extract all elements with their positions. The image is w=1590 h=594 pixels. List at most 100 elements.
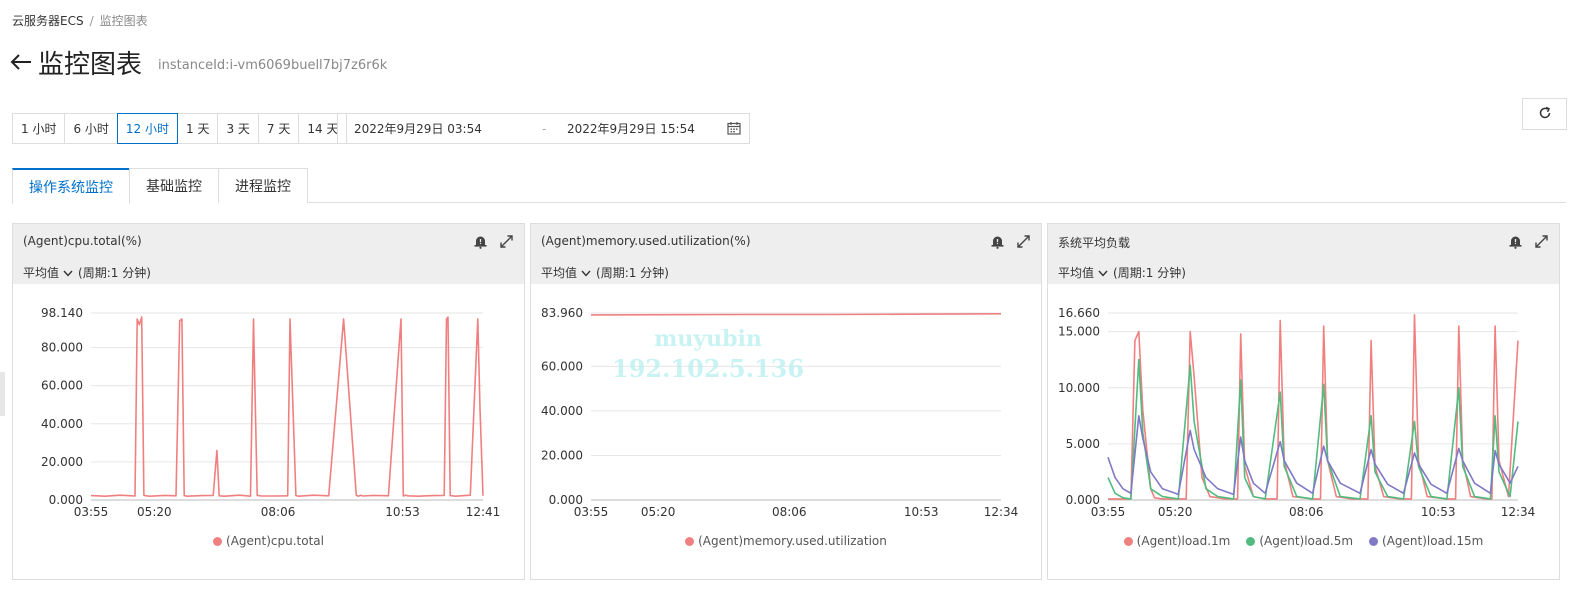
monitor-tabs: 操作系统监控 基础监控 进程监控: [12, 168, 1566, 204]
y-tick-label: 16.660: [1058, 306, 1100, 320]
period-label: (周期:1 分钟): [78, 266, 151, 280]
legend-label: (Agent)load.5m: [1259, 534, 1354, 548]
legend-item[interactable]: (Agent)memory.used.utilization: [685, 534, 887, 548]
cpu-panel: (Agent)cpu.total(%) 平均值 (周期:1 分钟) 98.140…: [12, 223, 525, 580]
period-label: (周期:1 分钟): [596, 266, 669, 280]
panel-header: 系统平均负载 平均值 (周期:1 分钟): [1048, 224, 1559, 284]
x-tick-label: 08:06: [1289, 505, 1324, 519]
legend-dot-icon: [685, 536, 695, 546]
breadcrumb-root-link[interactable]: 云服务器ECS: [12, 14, 84, 28]
panel-title: (Agent)cpu.total(%): [23, 234, 142, 248]
aggregation-dropdown[interactable]: 平均值 (周期:1 分钟): [1058, 264, 1186, 281]
x-tick-label: 03:55: [574, 505, 609, 519]
cpu-line-chart: 98.14080.00060.00040.00020.0000.00003:55…: [41, 306, 501, 519]
x-tick-label: 08:06: [261, 505, 296, 519]
date-range-start[interactable]: 2022年9月29日 03:54: [354, 120, 482, 137]
time-range-12h-button[interactable]: 12 小时: [116, 113, 178, 144]
page-title: 监控图表: [38, 50, 143, 80]
back-arrow-icon[interactable]: [10, 51, 32, 75]
y-tick-label: 5.000: [1066, 437, 1100, 451]
tab-process-monitor[interactable]: 进程监控: [218, 168, 308, 203]
load-panel: 系统平均负载 平均值 (周期:1 分钟) 16.660 15.000 10.000 5…: [1047, 223, 1560, 580]
legend-item[interactable]: (Agent)load.1m: [1123, 534, 1231, 548]
y-tick-label: 40.000: [541, 404, 583, 418]
legend-dot-icon: [1123, 536, 1133, 546]
x-tick-label: 05:20: [641, 505, 676, 519]
y-tick-label: 15.000: [1058, 325, 1100, 339]
x-tick-label: 05:20: [137, 505, 172, 519]
chevron-down-icon: [63, 266, 73, 280]
legend-label: (Agent)load.15m: [1382, 534, 1484, 548]
date-range-separator: -: [542, 121, 547, 136]
x-tick-label: 12:41: [466, 505, 501, 519]
alarm-bell-icon[interactable]: [473, 234, 488, 249]
legend-item[interactable]: (Agent)cpu.total: [213, 534, 324, 548]
instance-id: instanceId:i-vm6069buell7bj7z6r6k: [158, 58, 388, 73]
x-tick-label: 10:53: [1421, 505, 1456, 519]
time-range-3d-button[interactable]: 3 天: [217, 113, 259, 144]
legend-label: (Agent)load.1m: [1136, 534, 1231, 548]
y-tick-label: 80.000: [41, 341, 83, 355]
time-range-6h-button[interactable]: 6 小时: [64, 113, 118, 144]
tab-os-monitor[interactable]: 操作系统监控: [12, 168, 130, 204]
x-tick-label: 12:34: [984, 505, 1019, 519]
title-row: 监控图表 instanceId:i-vm6069buell7bj7z6r6k: [10, 44, 387, 81]
aggregation-dropdown[interactable]: 平均值 (周期:1 分钟): [23, 264, 151, 281]
y-tick-label: 10.000: [1058, 381, 1100, 395]
y-tick-label: 98.140: [41, 306, 83, 320]
series-line: [90, 316, 484, 497]
period-label: (周期:1 分钟): [1113, 266, 1186, 280]
side-drawer-handle[interactable]: [0, 372, 5, 416]
time-range-group: 1 小时 6 小时 12 小时 1 天 3 天 7 天 14 天: [12, 113, 348, 144]
chevron-down-icon: [1098, 266, 1108, 280]
aggregation-value: 平均值: [541, 266, 578, 280]
aggregation-value: 平均值: [23, 266, 60, 280]
legend-item[interactable]: (Agent)load.15m: [1369, 534, 1483, 548]
x-tick-label: 10:53: [385, 505, 420, 519]
refresh-button[interactable]: [1522, 98, 1567, 130]
aggregation-value: 平均值: [1058, 266, 1095, 280]
breadcrumb-separator: /: [89, 14, 94, 28]
y-tick-label: 20.000: [541, 448, 583, 462]
panel-title: 系统平均负载: [1058, 236, 1131, 250]
refresh-icon: [1538, 105, 1552, 124]
y-tick-label: 60.000: [41, 379, 83, 393]
y-tick-label: 60.000: [541, 359, 583, 373]
tab-basic-monitor[interactable]: 基础监控: [129, 168, 219, 203]
panel-header: (Agent)cpu.total(%) 平均值 (周期:1 分钟): [13, 224, 524, 284]
date-range-end[interactable]: 2022年9月29日 15:54: [567, 120, 695, 137]
x-tick-label: 12:34: [1501, 505, 1536, 519]
time-range-1h-button[interactable]: 1 小时: [12, 113, 66, 144]
memory-panel: (Agent)memory.used.utilization(%) 平均值 (周…: [530, 223, 1042, 580]
legend-label: (Agent)cpu.total: [226, 534, 324, 548]
aggregation-dropdown[interactable]: 平均值 (周期:1 分钟): [541, 264, 669, 281]
date-range-picker[interactable]: 2022年9月29日 03:54 - 2022年9月29日 15:54: [337, 113, 750, 144]
alarm-bell-icon[interactable]: [990, 234, 1005, 249]
expand-icon[interactable]: [499, 234, 514, 249]
memory-line-chart: 83.96060.00040.00020.0000.00003:55 05:20 0…: [541, 306, 1019, 519]
x-tick-label: 05:20: [1158, 505, 1193, 519]
time-range-7d-button[interactable]: 7 天: [257, 113, 300, 144]
legend-dot-icon: [213, 536, 223, 546]
series-line: [590, 313, 1002, 316]
x-tick-label: 10:53: [904, 505, 939, 519]
chevron-down-icon: [581, 266, 591, 280]
legend-label: (Agent)memory.used.utilization: [698, 534, 887, 548]
time-range-1d-button[interactable]: 1 天: [177, 113, 219, 144]
x-tick-label: 08:06: [772, 505, 807, 519]
x-tick-label: 03:55: [74, 505, 109, 519]
legend-dot-icon: [1369, 536, 1379, 546]
alarm-bell-icon[interactable]: [1508, 234, 1523, 249]
calendar-icon[interactable]: [727, 121, 741, 135]
y-tick-label: 20.000: [41, 455, 83, 469]
x-tick-label: 03:55: [1091, 505, 1126, 519]
expand-icon[interactable]: [1016, 234, 1031, 249]
expand-icon[interactable]: [1534, 234, 1549, 249]
chart-legend: (Agent)memory.used.utilization: [531, 534, 1041, 548]
breadcrumb: 云服务器ECS / 监控图表: [12, 12, 148, 29]
legend-dot-icon: [1246, 536, 1256, 546]
panel-header: (Agent)memory.used.utilization(%) 平均值 (周…: [531, 224, 1041, 284]
legend-item[interactable]: (Agent)load.5m: [1246, 534, 1353, 548]
chart-legend: (Agent)load.1m (Agent)load.5m (Agent)loa…: [1048, 534, 1559, 548]
y-tick-label: 40.000: [41, 417, 83, 431]
